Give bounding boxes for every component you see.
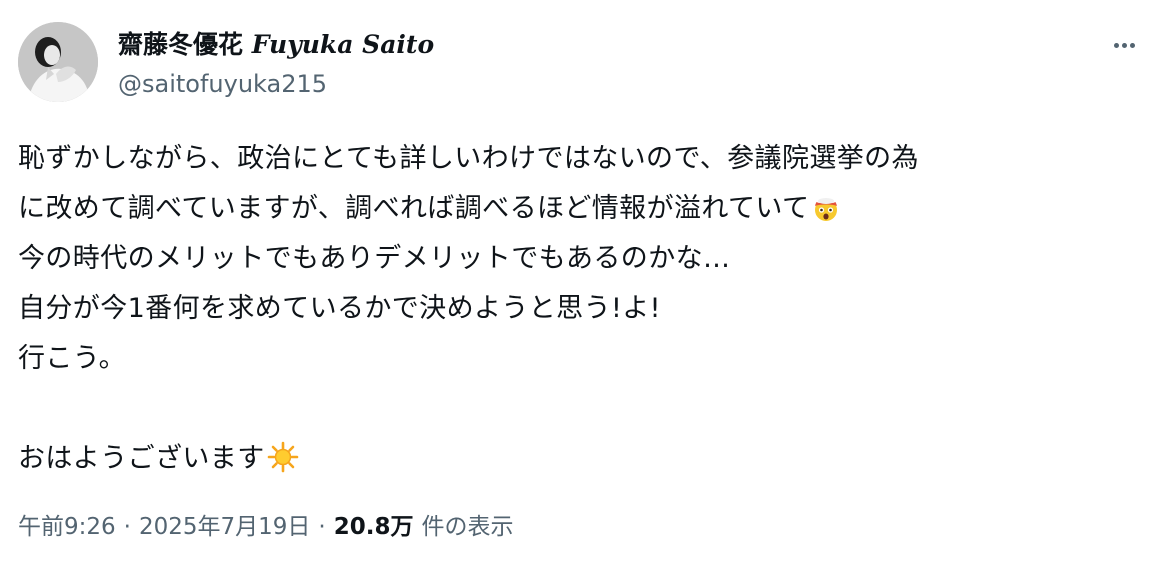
user-handle[interactable]: @saitofuyuka215 [118, 69, 434, 99]
profile-photo-icon [18, 22, 98, 102]
tweet-card: 齋藤冬優花 Fuyuka Saito @saitofuyuka215 恥ずかしな… [0, 0, 1160, 564]
tweet-text: 恥ずかしながら、政治にとても詳しいわけではないので、参議院選挙の為 に改めて調べ… [18, 134, 1142, 484]
views-link[interactable]: 20.8万 件の表示 [334, 514, 514, 540]
views-label: 件の表示 [421, 514, 514, 540]
sun-emoji-icon [267, 440, 299, 490]
display-name-en: Fuyuka Saito [251, 30, 435, 59]
tweet-timestamp[interactable]: 午前9:26 · 2025年7月19日 [18, 514, 310, 540]
tweet-line: 今の時代のメリットでもありデメリットでもあるのかな… [18, 243, 731, 274]
author-names: 齋藤冬優花 Fuyuka Saito @saitofuyuka215 [118, 30, 434, 99]
separator: · [123, 514, 131, 540]
more-horizontal-icon [1121, 42, 1127, 48]
avatar[interactable] [18, 22, 98, 102]
display-name-jp: 齋藤冬優花 [118, 30, 244, 59]
tweet-line: に改めて調べていますが、調べれば調べるほど情報が溢れていて [18, 184, 1142, 234]
more-horizontal-icon [1129, 42, 1135, 48]
exploding-head-emoji-icon [811, 190, 841, 240]
tweet-line: 行こう。 [18, 343, 126, 374]
tweet-time: 午前9:26 [18, 514, 116, 540]
tweet-line: 恥ずかしながら、政治にとても詳しいわけではないので、参議院選挙の為 [18, 143, 919, 174]
tweet-meta: 午前9:26 · 2025年7月19日 · 20.8万 件の表示 [18, 510, 513, 544]
more-horizontal-icon [1113, 42, 1119, 48]
separator: · [318, 514, 326, 540]
tweet-date: 2025年7月19日 [138, 514, 311, 540]
display-name[interactable]: 齋藤冬優花 Fuyuka Saito [118, 30, 434, 60]
views-count: 20.8万 [333, 514, 414, 540]
tweet-line: おはようございます [18, 434, 1142, 484]
more-options-button[interactable] [1106, 32, 1142, 58]
tweet-header: 齋藤冬優花 Fuyuka Saito @saitofuyuka215 [18, 22, 1142, 106]
tweet-line: 自分が今1番何を求めているかで決めようと思う!よ! [18, 293, 661, 324]
